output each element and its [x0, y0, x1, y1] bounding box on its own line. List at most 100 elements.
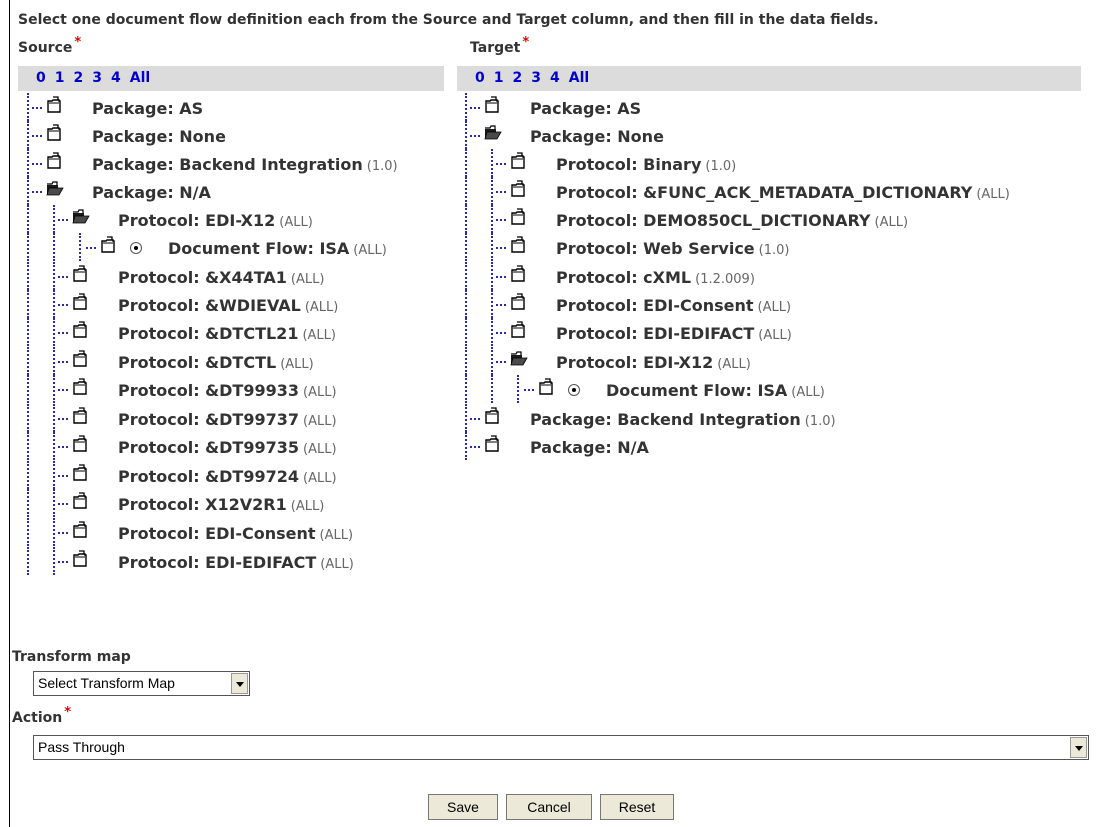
document-flow-radio[interactable] — [130, 242, 142, 254]
tree-connector — [470, 107, 480, 109]
tree-node-version: (ALL) — [319, 528, 354, 543]
tree-node-label[interactable]: Protocol: DEMO850CL_DICTIONARY (ALL) — [556, 211, 908, 230]
folder-closed-icon[interactable] — [484, 435, 502, 453]
target-level-1[interactable]: 1 — [494, 70, 504, 86]
tree-node-label[interactable]: Protocol: EDI-X12 (ALL) — [556, 353, 751, 372]
tree-node-label[interactable]: Protocol: &DT99724 (ALL) — [118, 467, 337, 486]
save-button[interactable]: Save — [428, 794, 498, 820]
folder-closed-icon[interactable] — [538, 378, 556, 396]
chevron-down-icon[interactable] — [231, 673, 248, 694]
tree-node-label[interactable]: Protocol: Web Service (1.0) — [556, 239, 789, 258]
source-level-3[interactable]: 3 — [92, 70, 102, 86]
folder-closed-icon[interactable] — [72, 293, 90, 311]
document-flow-radio[interactable] — [568, 384, 580, 396]
folder-closed-icon[interactable] — [72, 321, 90, 339]
source-level-2[interactable]: 2 — [74, 70, 84, 86]
tree-node-label[interactable]: Protocol: &X44TA1 (ALL) — [118, 268, 324, 287]
tree-guide-line — [24, 318, 38, 346]
tree-node-label[interactable]: Protocol: &FUNC_ACK_METADATA_DICTIONARY(… — [556, 183, 1010, 202]
tree-node-label[interactable]: Package: N/A — [92, 183, 211, 202]
tree-connector — [32, 191, 42, 193]
folder-closed-icon[interactable] — [72, 350, 90, 368]
reset-button[interactable]: Reset — [600, 794, 674, 820]
folder-closed-icon[interactable] — [510, 265, 528, 283]
tree-node-label[interactable]: Package: Backend Integration (1.0) — [530, 410, 836, 429]
folder-closed-icon[interactable] — [100, 236, 118, 254]
folder-closed-icon[interactable] — [72, 521, 90, 539]
folder-open-icon[interactable] — [46, 180, 64, 198]
tree-connector — [58, 475, 68, 477]
folder-closed-icon[interactable] — [72, 550, 90, 568]
tree-node-label[interactable]: Package: None — [530, 127, 664, 146]
tree-guide-line — [462, 233, 476, 261]
tree-node-label[interactable]: Document Flow: ISA (ALL) — [606, 381, 825, 400]
folder-closed-icon[interactable] — [510, 293, 528, 311]
tree-node-text: Protocol: &FUNC_ACK_METADATA_DICTIONARY — [556, 183, 973, 202]
tree-node-version: (1.0) — [705, 159, 737, 174]
tree-node-label[interactable]: Package: Backend Integration (1.0) — [92, 155, 398, 174]
source-level-bar: 0 1 2 3 4 All — [18, 66, 444, 91]
tree-node-label[interactable]: Protocol: EDI-EDIFACT (ALL) — [556, 324, 792, 343]
transform-map-select[interactable]: Select Transform Map — [33, 671, 250, 696]
folder-closed-icon[interactable] — [72, 378, 90, 396]
tree-node-text: Package: N/A — [92, 183, 211, 202]
tree-guide-line — [24, 432, 38, 460]
folder-closed-icon[interactable] — [72, 492, 90, 510]
folder-closed-icon[interactable] — [46, 124, 64, 142]
tree-guide-line — [462, 262, 476, 290]
cancel-button[interactable]: Cancel — [506, 794, 592, 820]
tree-node-label[interactable]: Protocol: EDI-X12 (ALL) — [118, 211, 313, 230]
tree-node-label[interactable]: Package: None — [92, 127, 226, 146]
tree-node-version: (ALL) — [279, 215, 313, 230]
tree-node-label[interactable]: Protocol: X12V2R1 (ALL) — [118, 495, 324, 514]
folder-closed-icon[interactable] — [72, 265, 90, 283]
chevron-down-icon[interactable] — [1070, 737, 1087, 758]
tree-node-label[interactable]: Protocol: &DTCTL (ALL) — [118, 353, 314, 372]
folder-open-icon[interactable] — [510, 350, 528, 368]
folder-closed-icon[interactable] — [72, 464, 90, 482]
tree-node-label[interactable]: Protocol: Binary (1.0) — [556, 155, 736, 174]
folder-closed-icon[interactable] — [510, 208, 528, 226]
tree-node-label[interactable]: Protocol: &DTCTL21 (ALL) — [118, 324, 336, 343]
tree-node-label[interactable]: Protocol: &DT99735 (ALL) — [118, 438, 337, 457]
folder-closed-icon[interactable] — [484, 407, 502, 425]
folder-open-icon[interactable] — [484, 124, 502, 142]
tree-node-label[interactable]: Package: AS — [92, 99, 203, 118]
tree-node-label[interactable]: Protocol: &DT99933 (ALL) — [118, 381, 337, 400]
folder-closed-icon[interactable] — [72, 435, 90, 453]
tree-node-label[interactable]: Protocol: EDI-Consent (ALL) — [118, 524, 353, 543]
folder-closed-icon[interactable] — [510, 236, 528, 254]
target-level-all[interactable]: All — [569, 70, 589, 86]
action-select[interactable]: Pass Through — [33, 735, 1089, 760]
target-level-2[interactable]: 2 — [513, 70, 523, 86]
source-level-all[interactable]: All — [130, 70, 150, 86]
target-level-3[interactable]: 3 — [531, 70, 541, 86]
folder-closed-icon[interactable] — [510, 152, 528, 170]
tree-node-label[interactable]: Protocol: EDI-Consent (ALL) — [556, 296, 791, 315]
source-level-1[interactable]: 1 — [55, 70, 65, 86]
folder-closed-icon[interactable] — [510, 180, 528, 198]
folder-closed-icon[interactable] — [72, 407, 90, 425]
tree-connector — [496, 332, 506, 334]
target-level-0[interactable]: 0 — [475, 70, 485, 86]
folder-closed-icon[interactable] — [46, 152, 64, 170]
source-level-4[interactable]: 4 — [111, 70, 121, 86]
source-level-0[interactable]: 0 — [36, 70, 46, 86]
tree-node-label[interactable]: Protocol: &WDIEVAL (ALL) — [118, 296, 338, 315]
folder-closed-icon[interactable] — [484, 96, 502, 114]
tree-node-label[interactable]: Protocol: EDI-EDIFACT (ALL) — [118, 553, 354, 572]
tree-node-label[interactable]: Package: N/A — [530, 438, 649, 457]
folder-open-icon[interactable] — [72, 208, 90, 226]
tree-node-label[interactable]: Package: AS — [530, 99, 641, 118]
tree-node-label[interactable]: Protocol: &DT99737 (ALL) — [118, 410, 337, 429]
tree-node-text: Package: N/A — [530, 438, 649, 457]
tree-connector — [496, 247, 506, 249]
tree-connector — [32, 163, 42, 165]
tree-node-label[interactable]: Protocol: cXML (1.2.009) — [556, 268, 755, 287]
folder-closed-icon[interactable] — [510, 321, 528, 339]
folder-closed-icon[interactable] — [46, 96, 64, 114]
target-level-4[interactable]: 4 — [550, 70, 560, 86]
tree-node-text: Protocol: &WDIEVAL — [118, 296, 301, 315]
tree-node-label[interactable]: Document Flow: ISA (ALL) — [168, 239, 387, 258]
tree-guide-line — [488, 375, 502, 403]
